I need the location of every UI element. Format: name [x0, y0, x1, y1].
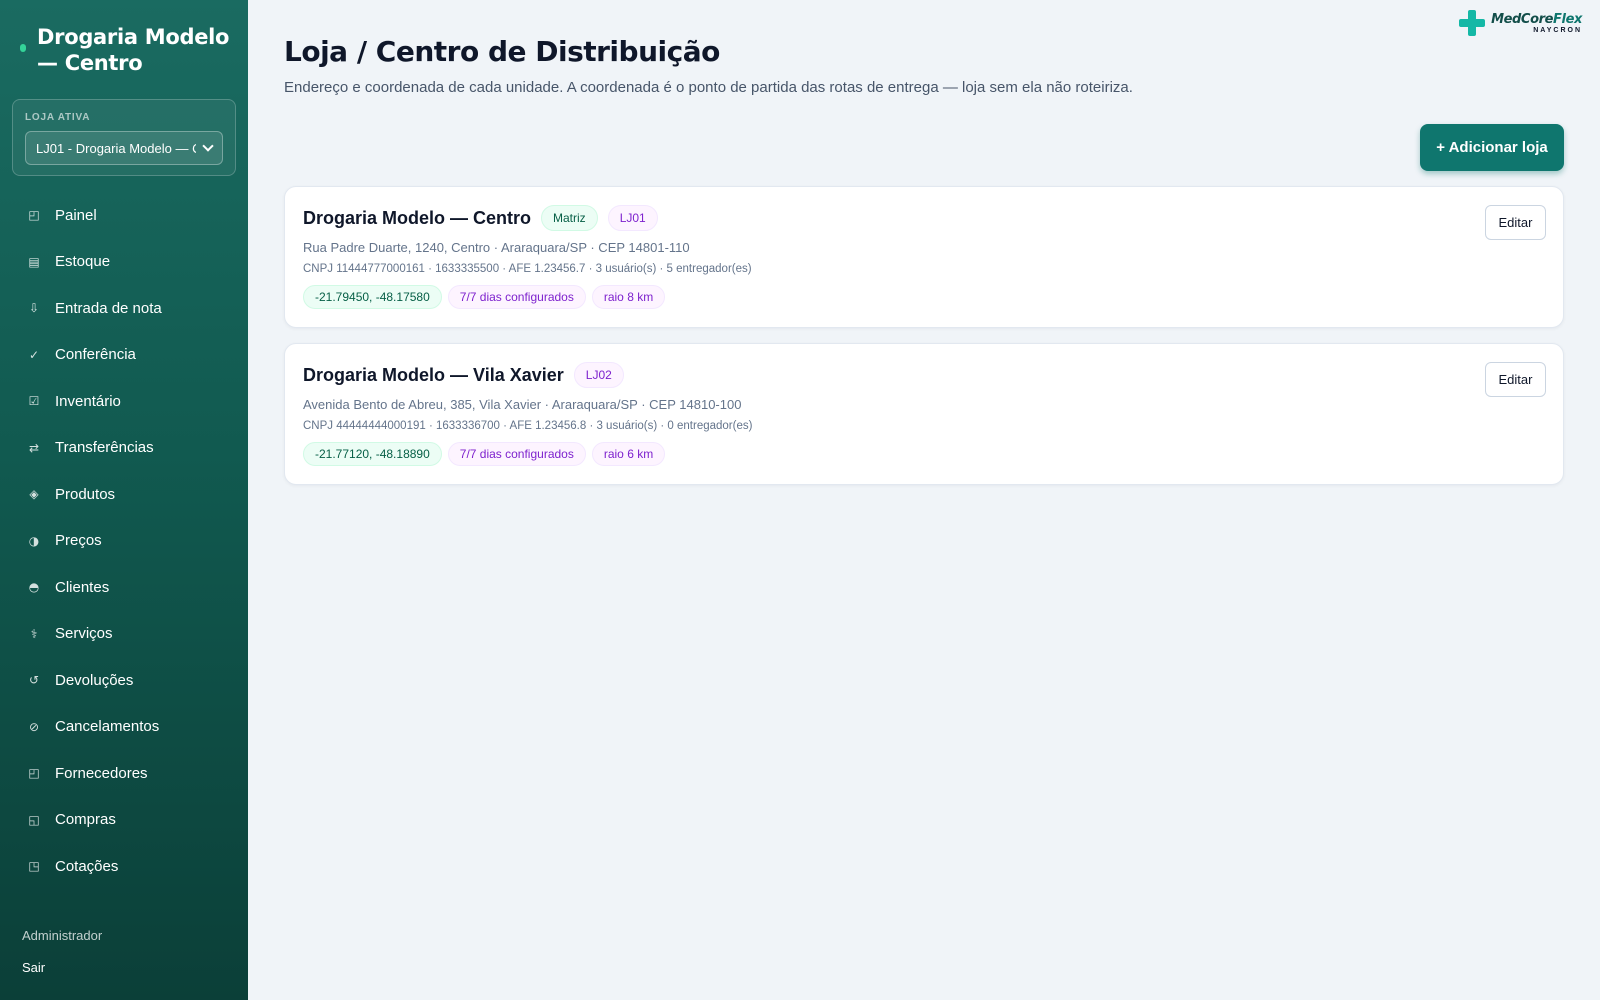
- sidebar-item-precos[interactable]: ◑ Preços: [0, 518, 248, 565]
- stock-icon: ▤: [28, 254, 40, 269]
- sidebar-item-label: Clientes: [55, 578, 110, 596]
- sidebar-item-fornecedores[interactable]: ◰ Fornecedores: [0, 750, 248, 797]
- store-code-badge: LJ02: [573, 362, 624, 388]
- dashboard-icon: ◰: [28, 208, 40, 223]
- brand-name: Drogaria Modelo — Centro: [37, 25, 230, 75]
- matriz-badge: Matriz: [541, 205, 598, 231]
- coordinates-chip: -21.77120, -48.18890: [303, 442, 442, 466]
- sidebar-item-label: Compras: [55, 811, 116, 829]
- logo-word-main: MedCore: [1491, 11, 1554, 27]
- active-store-select[interactable]: LJ01 - Drogaria Modelo — Centro: [25, 131, 223, 165]
- active-store-label: LOJA ATIVA: [25, 112, 91, 123]
- supplier-icon: ◰: [28, 766, 40, 781]
- radius-chip: raio 6 km: [591, 442, 666, 466]
- store-card-header: Drogaria Modelo — Centro Matriz LJ01: [303, 205, 668, 231]
- add-store-button[interactable]: + Adicionar loja: [1420, 124, 1564, 171]
- download-arrow-icon: ⇩: [28, 301, 40, 316]
- sidebar-item-cotacoes[interactable]: ◳ Cotações: [0, 843, 248, 890]
- sidebar-item-label: Inventário: [55, 392, 121, 410]
- sidebar-item-label: Preços: [55, 532, 102, 550]
- store-name: Drogaria Modelo — Vila Xavier: [303, 364, 564, 385]
- store-address: Avenida Bento de Abreu, 385, Vila Xavier…: [303, 397, 742, 412]
- return-icon: ↺: [28, 673, 40, 688]
- store-name: Drogaria Modelo — Centro: [303, 207, 532, 228]
- store-code-badge: LJ01: [607, 205, 658, 231]
- sidebar-item-label: Fornecedores: [55, 764, 148, 782]
- sidebar-item-painel[interactable]: ◰ Painel: [0, 192, 248, 239]
- brand: Drogaria Modelo — Centro: [20, 24, 235, 76]
- purchase-icon: ◱: [28, 812, 40, 827]
- half-circle-icon: ◑: [28, 533, 40, 548]
- radius-chip: raio 8 km: [591, 285, 666, 309]
- checkbox-icon: ☑: [28, 394, 40, 409]
- customer-icon: ◓: [28, 580, 40, 595]
- sidebar-item-label: Painel: [55, 206, 97, 224]
- main-content: MedCoreFlex NAYCRON Loja / Centro de Dis…: [248, 0, 1600, 1000]
- sidebar-item-clientes[interactable]: ◓ Clientes: [0, 564, 248, 611]
- logout-link[interactable]: Sair: [22, 960, 45, 975]
- quote-icon: ◳: [28, 859, 40, 874]
- sidebar-item-conferencia[interactable]: ✓ Conferência: [0, 332, 248, 379]
- store-chips: -21.77120, -48.18890 7/7 dias configurad…: [303, 442, 671, 466]
- store-meta: CNPJ 44444444000191 · 1633336700 · AFE 1…: [303, 420, 753, 432]
- user-role: Administrador: [22, 928, 103, 943]
- medical-icon: ⚕: [30, 626, 38, 641]
- store-card-header: Drogaria Modelo — Vila Xavier LJ02: [303, 362, 634, 388]
- active-store-value: LJ01 - Drogaria Modelo — Centro: [36, 140, 196, 156]
- diamond-icon: ◈: [29, 487, 39, 502]
- status-dot-icon: [20, 44, 26, 52]
- sidebar-item-produtos[interactable]: ◈ Produtos: [0, 471, 248, 518]
- transfer-arrows-icon: ⇄: [28, 440, 40, 455]
- sidebar-item-transferencias[interactable]: ⇄ Transferências: [0, 425, 248, 472]
- page-description: Endereço e coordenada de cada unidade. A…: [284, 79, 1133, 96]
- edit-store-button[interactable]: Editar: [1485, 205, 1546, 240]
- sidebar-item-label: Serviços: [55, 625, 113, 643]
- store-chips: -21.79450, -48.17580 7/7 dias configurad…: [303, 285, 671, 309]
- sidebar-item-label: Produtos: [55, 485, 116, 503]
- page-title: Loja / Centro de Distribuição: [284, 35, 720, 68]
- sidebar-item-estoque[interactable]: ▤ Estoque: [0, 239, 248, 286]
- logo-subtitle: NAYCRON: [1533, 26, 1582, 34]
- check-icon: ✓: [28, 347, 40, 362]
- sidebar-item-label: Devoluções: [55, 671, 134, 689]
- sidebar-item-label: Transferências: [55, 439, 154, 457]
- sidebar-nav: ◰ Painel ▤ Estoque ⇩ Entrada de nota ✓ Confe…: [0, 192, 248, 890]
- sidebar-item-label: Entrada de nota: [55, 299, 162, 317]
- coordinates-chip: -21.79450, -48.17580: [303, 285, 442, 309]
- days-configured-chip: 7/7 dias configurados: [447, 442, 586, 466]
- logo-word: MedCoreFlex: [1491, 13, 1582, 26]
- edit-store-button[interactable]: Editar: [1485, 362, 1546, 397]
- store-card: Drogaria Modelo — Centro Matriz LJ01 Rua…: [284, 186, 1564, 328]
- medical-cross-icon: [1459, 10, 1486, 36]
- sidebar-item-cancelamentos[interactable]: ⊘ Cancelamentos: [0, 704, 248, 751]
- logo-word-accent: Flex: [1553, 11, 1582, 27]
- sidebar-item-inventario[interactable]: ☑ Inventário: [0, 378, 248, 425]
- sidebar-item-servicos[interactable]: ⚕ Serviços: [0, 611, 248, 658]
- logo-text: MedCoreFlex NAYCRON: [1491, 13, 1582, 34]
- logo: MedCoreFlex NAYCRON: [1459, 10, 1582, 36]
- sidebar: Drogaria Modelo — Centro LOJA ATIVA LJ01…: [0, 0, 248, 1000]
- days-configured-chip: 7/7 dias configurados: [447, 285, 586, 309]
- active-store-panel: LOJA ATIVA LJ01 - Drogaria Modelo — Cent…: [12, 99, 236, 176]
- sidebar-item-compras[interactable]: ◱ Compras: [0, 797, 248, 844]
- sidebar-item-label: Cotações: [55, 857, 119, 875]
- store-address: Rua Padre Duarte, 1240, Centro · Araraqu…: [303, 240, 690, 255]
- sidebar-item-label: Estoque: [55, 253, 111, 271]
- chevron-down-icon: [202, 140, 214, 152]
- store-meta: CNPJ 11444777000161 · 1633335500 · AFE 1…: [303, 263, 752, 275]
- sidebar-item-devolucoes[interactable]: ↺ Devoluções: [0, 657, 248, 704]
- sidebar-item-label: Conferência: [55, 346, 136, 364]
- sidebar-item-entrada-de-nota[interactable]: ⇩ Entrada de nota: [0, 285, 248, 332]
- sidebar-item-label: Cancelamentos: [55, 718, 160, 736]
- cancel-icon: ⊘: [28, 719, 40, 734]
- store-card: Drogaria Modelo — Vila Xavier LJ02 Aveni…: [284, 343, 1564, 485]
